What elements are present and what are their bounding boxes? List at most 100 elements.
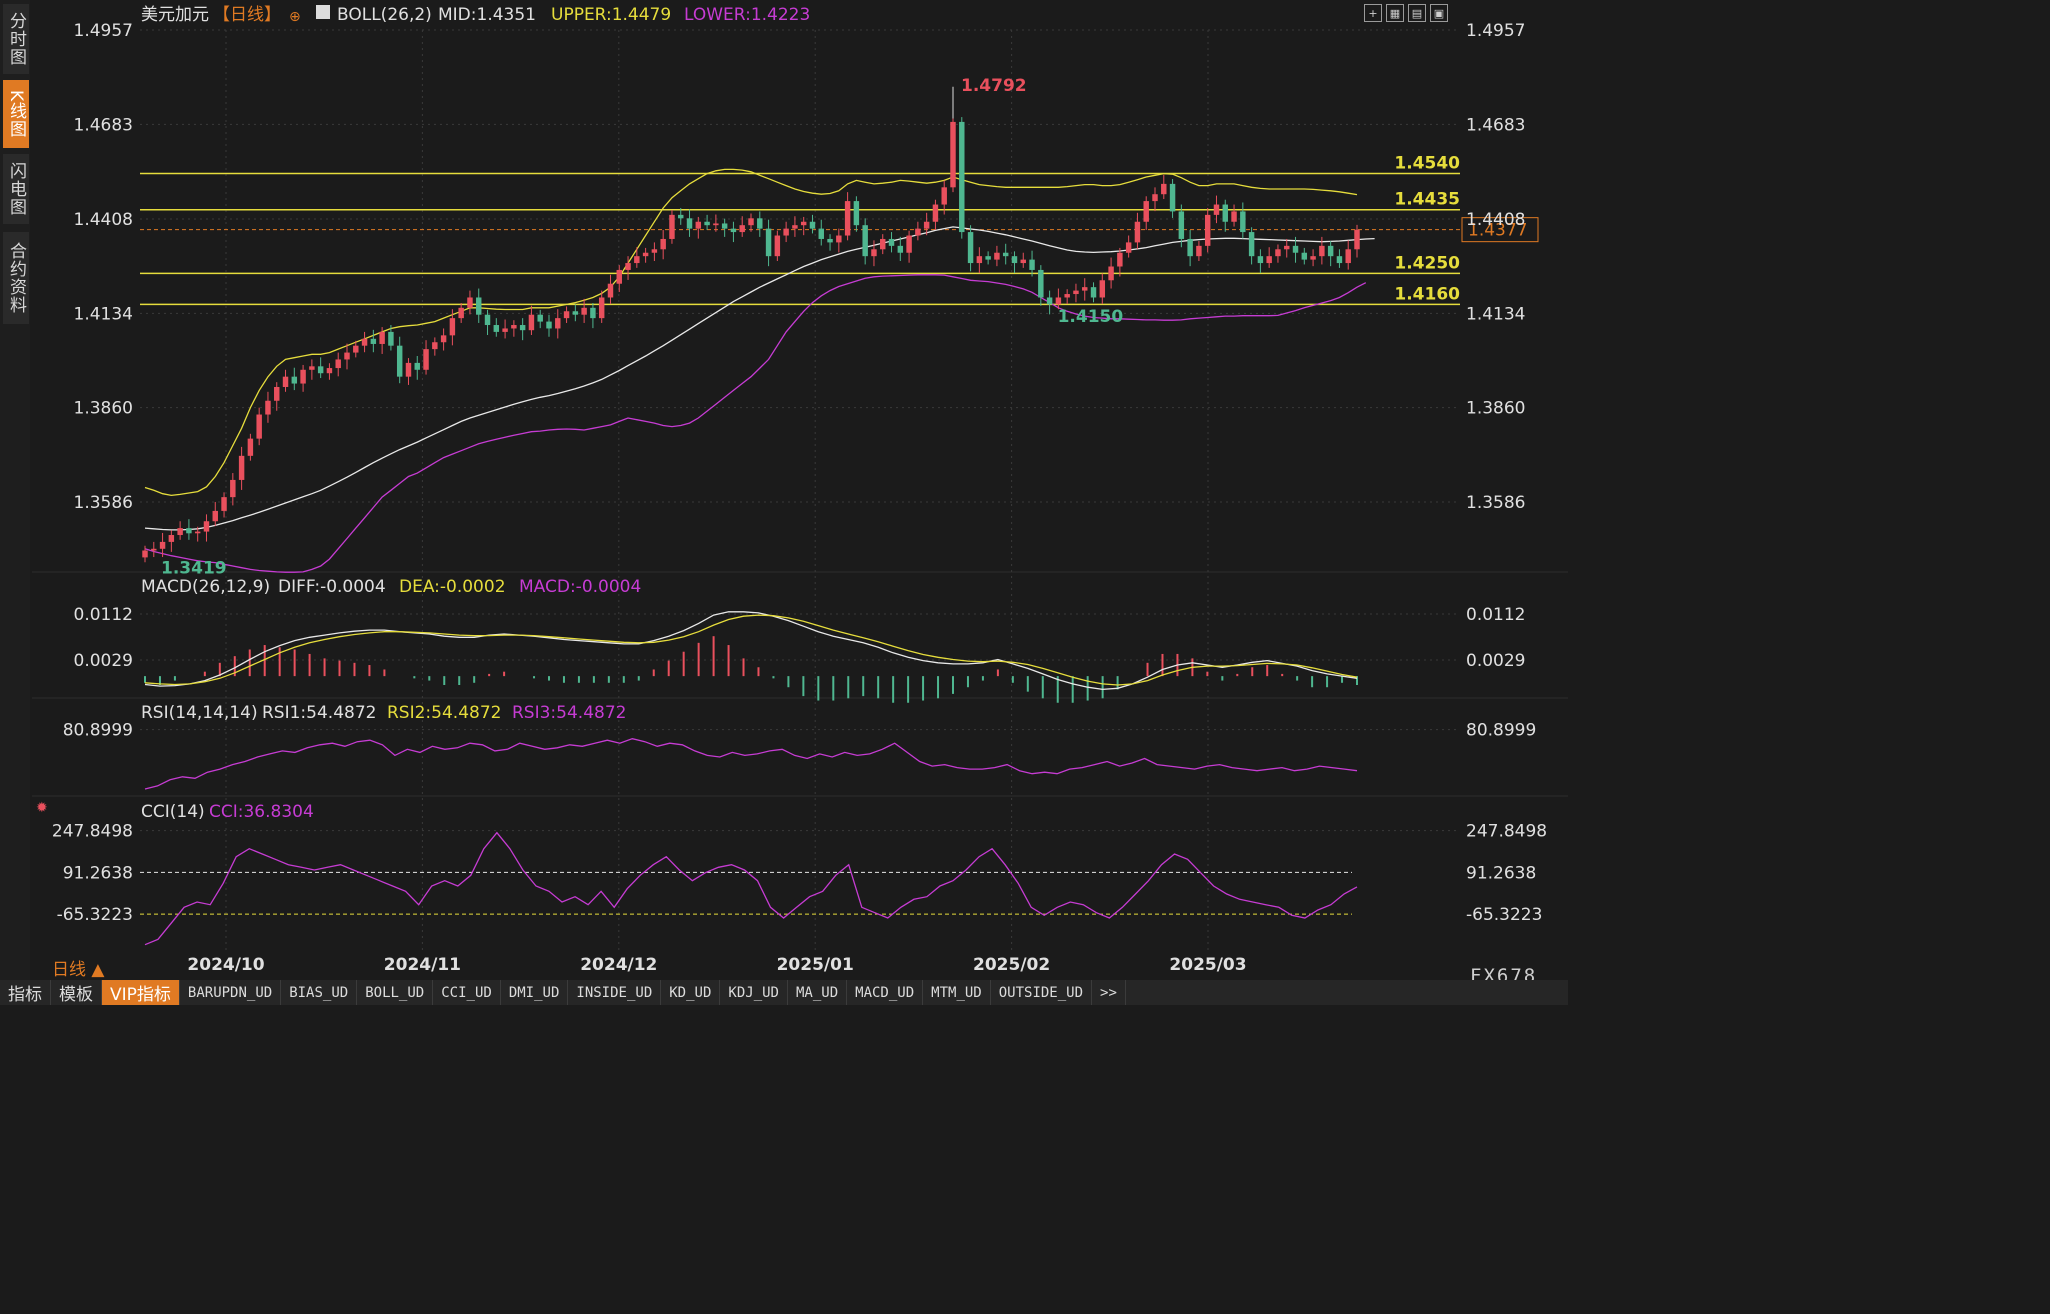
y-tick-label: 91.2638: [63, 863, 133, 883]
candle-body: [546, 321, 552, 329]
candle-body: [1055, 297, 1062, 305]
candle-body: [1257, 256, 1264, 264]
candle-body: [1284, 245, 1290, 250]
y-tick-label-right: 1.4134: [1466, 304, 1525, 324]
candle-body: [414, 362, 420, 370]
grid: [140, 29, 1460, 950]
candle-body: [809, 221, 816, 229]
indicator-tab[interactable]: MTM_UD: [923, 980, 991, 1005]
cci-panel: 247.8498 247.8498 91.2638 91.2638 -65.3223 -6…: [52, 822, 1547, 946]
y-tick-label: 1.4134: [74, 304, 133, 324]
candle-body: [484, 314, 491, 326]
indicator-icon[interactable]: ▤: [1408, 4, 1426, 22]
y-tick-label-right: 247.8498: [1466, 822, 1547, 842]
rsi-panel: 80.8999 80.8999: [63, 721, 1536, 790]
y-tick-label-right: 1.3586: [1466, 493, 1525, 513]
candle-body: [361, 338, 368, 346]
indicator-tab[interactable]: BIAS_UD: [281, 980, 358, 1005]
indicator-tab[interactable]: OUTSIDE_UD: [991, 980, 1093, 1005]
candle-body: [1196, 245, 1202, 257]
candle-body: [1117, 252, 1123, 267]
y-tick-label: 1.4683: [74, 115, 133, 135]
period-selector[interactable]: 日线 ▲: [52, 955, 104, 980]
candle-body: [686, 218, 693, 229]
candle-body: [844, 201, 851, 236]
candle-body: [1038, 269, 1044, 298]
indicator-tab[interactable]: VIP指标: [102, 980, 180, 1005]
cci-line: [144, 831, 1358, 946]
crosshair-icon[interactable]: +: [1364, 4, 1382, 22]
symbol-title: 美元加元: [141, 5, 209, 25]
candle-body: [1310, 256, 1316, 260]
macd-label: MACD(26,12,9): [141, 577, 270, 597]
indicator-tab[interactable]: BARUPDN_UD: [180, 980, 282, 1005]
boll-label: BOLL(26,2): [337, 5, 432, 25]
candle-body: [660, 238, 666, 250]
settings-icon[interactable]: ✹: [36, 800, 48, 816]
candle-body: [230, 479, 236, 498]
candle-body: [282, 376, 289, 387]
indicator-tab[interactable]: >>: [1092, 980, 1126, 1005]
indicator-tab[interactable]: INSIDE_UD: [568, 980, 662, 1005]
indicator-tab[interactable]: CCI_UD: [433, 980, 501, 1005]
candle-body: [335, 359, 341, 369]
locate-icon[interactable]: ⊕: [289, 9, 301, 25]
candle-body: [563, 311, 570, 319]
rsi3: RSI3:54.4872: [512, 703, 626, 723]
candle-body: [906, 235, 912, 253]
candle-body: [519, 325, 526, 331]
candle-body: [1082, 287, 1088, 291]
indicator-tab[interactable]: KDJ_UD: [720, 980, 788, 1005]
y-tick-label: 80.8999: [63, 721, 133, 741]
candle-body: [1064, 294, 1070, 298]
y-tick-label-right: 1.3860: [1466, 399, 1525, 419]
candle-body: [405, 362, 412, 377]
candle-body: [1178, 211, 1185, 239]
indicator-tab[interactable]: DMI_UD: [501, 980, 569, 1005]
candle-body: [476, 297, 482, 315]
candle-body: [888, 238, 895, 246]
indicator-tab[interactable]: 模板: [51, 980, 102, 1005]
candle-body: [695, 221, 702, 229]
candle-body: [1046, 297, 1053, 305]
indicator-tab[interactable]: MA_UD: [788, 980, 848, 1005]
indicator-tabbar: 指标 模板 VIP指标 BARUPDN_UD BIAS_UD BOLL_UD CCI_UD D…: [0, 980, 1568, 1005]
candle-body: [159, 541, 166, 549]
level-label: 1.4160: [1394, 284, 1460, 304]
indicator-tab[interactable]: KD_UD: [661, 980, 721, 1005]
price-chart[interactable]: 1.45401.44351.42501.41601.4377 1.47921.3…: [0, 0, 1568, 980]
candle-body: [598, 297, 605, 319]
candle-body: [721, 223, 728, 229]
y-tick-label-right: 1.4957: [1466, 21, 1525, 41]
candle-body: [923, 221, 930, 229]
rsi-line: [144, 738, 1358, 790]
candle-body: [432, 342, 438, 350]
candle-body: [177, 528, 183, 536]
rsi1: RSI1:54.4872: [262, 703, 376, 723]
candle-body: [194, 531, 201, 534]
boll-lower-line: [144, 274, 1367, 573]
y-tick-label: -65.3223: [57, 905, 133, 925]
candle-body: [317, 366, 324, 374]
candle-body: [616, 269, 622, 284]
axis-labels: 1.4957 1.4957 1.4683 1.4683 1.4408 1.4408 1.41…: [74, 21, 1526, 975]
indicator-tab[interactable]: MACD_UD: [847, 980, 924, 1005]
grid-icon[interactable]: ▦: [1386, 4, 1404, 22]
candle-body: [449, 318, 456, 336]
candle-body: [976, 256, 983, 264]
candle-body: [1143, 201, 1149, 222]
candle-body: [300, 369, 306, 384]
fullscreen-icon[interactable]: ▣: [1430, 4, 1448, 22]
candle-body: [1204, 214, 1211, 246]
indicator-tab[interactable]: 指标: [0, 980, 51, 1005]
chart-type-icon[interactable]: [316, 5, 330, 19]
indicator-tab[interactable]: BOLL_UD: [357, 980, 434, 1005]
y-tick-label: 1.3586: [74, 493, 133, 513]
candle-body: [1345, 249, 1351, 264]
candle-body: [1108, 266, 1114, 281]
candle-body: [1266, 256, 1272, 264]
candle-body: [1090, 287, 1097, 298]
candle-body: [379, 331, 385, 344]
candle-body: [256, 414, 262, 439]
candle-body: [1002, 252, 1009, 257]
